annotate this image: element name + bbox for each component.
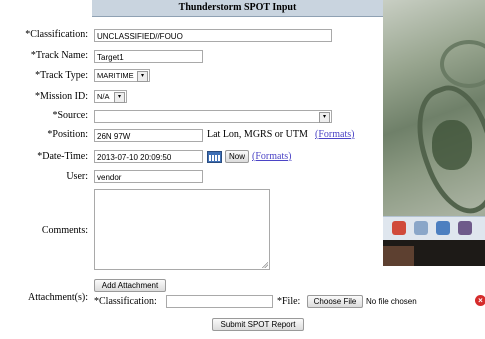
track-type-label: *Track Type: bbox=[35, 70, 88, 81]
classification-input[interactable]: UNCLASSIFIED//FOUO bbox=[94, 29, 332, 42]
user-input[interactable]: vendor bbox=[94, 170, 203, 183]
mission-id-label: *Mission ID: bbox=[34, 91, 88, 102]
position-formats-link[interactable]: (Formats) bbox=[315, 128, 354, 142]
track-name-input[interactable]: Target1 bbox=[94, 50, 203, 63]
chevron-down-icon: ▾ bbox=[319, 112, 330, 123]
track-name-label: *Track Name: bbox=[30, 50, 88, 61]
background-taskbar bbox=[380, 216, 485, 241]
user-label: User: bbox=[66, 171, 88, 182]
attachment-classification-input[interactable] bbox=[166, 295, 273, 308]
comments-textarea[interactable] bbox=[94, 189, 270, 270]
date-time-input[interactable]: 2013-07-10 20:09:50 bbox=[94, 150, 203, 163]
mission-id-select[interactable]: N/A ▾ bbox=[94, 90, 127, 103]
remove-attachment-icon[interactable]: × bbox=[475, 295, 485, 306]
position-input[interactable]: 26N 97W bbox=[94, 129, 203, 142]
no-file-chosen-text: No file chosen bbox=[366, 297, 417, 306]
add-attachment-button[interactable]: Add Attachment bbox=[94, 279, 166, 292]
submit-spot-report-button[interactable]: Submit SPOT Report bbox=[212, 318, 304, 331]
resize-grip-icon[interactable] bbox=[262, 262, 268, 268]
track-type-select[interactable]: MARITIME ▾ bbox=[94, 69, 150, 82]
source-label: *Source: bbox=[52, 110, 88, 121]
source-select[interactable]: ▾ bbox=[94, 110, 332, 123]
calendar-icon[interactable] bbox=[207, 151, 222, 163]
attachments-label: Attachment(s): bbox=[28, 292, 88, 303]
background-photo-strip bbox=[380, 240, 485, 266]
position-hint: Lat Lon, MGRS or UTM bbox=[207, 129, 308, 140]
chevron-down-icon: ▾ bbox=[137, 71, 148, 82]
taskbar-app-icon bbox=[436, 221, 450, 235]
taskbar-app-icon bbox=[392, 221, 406, 235]
date-formats-link[interactable]: (Formats) bbox=[252, 150, 291, 164]
position-label: *Position: bbox=[47, 129, 88, 140]
taskbar-app-icon bbox=[414, 221, 428, 235]
taskbar-app-icon bbox=[458, 221, 472, 235]
now-button[interactable]: Now bbox=[225, 150, 249, 163]
chevron-down-icon: ▾ bbox=[114, 92, 125, 103]
mission-id-value: N/A bbox=[97, 92, 110, 101]
attachment-classification-label: *Classification: bbox=[94, 296, 157, 307]
track-type-value: MARITIME bbox=[97, 71, 134, 80]
date-time-label: *Date-Time: bbox=[37, 151, 88, 162]
classification-label: *Classification: bbox=[25, 29, 88, 40]
dialog-title: Thunderstorm SPOT Input bbox=[92, 0, 383, 17]
comments-label: Comments: bbox=[41, 225, 88, 236]
choose-file-button[interactable]: Choose File bbox=[307, 295, 363, 308]
file-label: *File: bbox=[277, 296, 301, 307]
